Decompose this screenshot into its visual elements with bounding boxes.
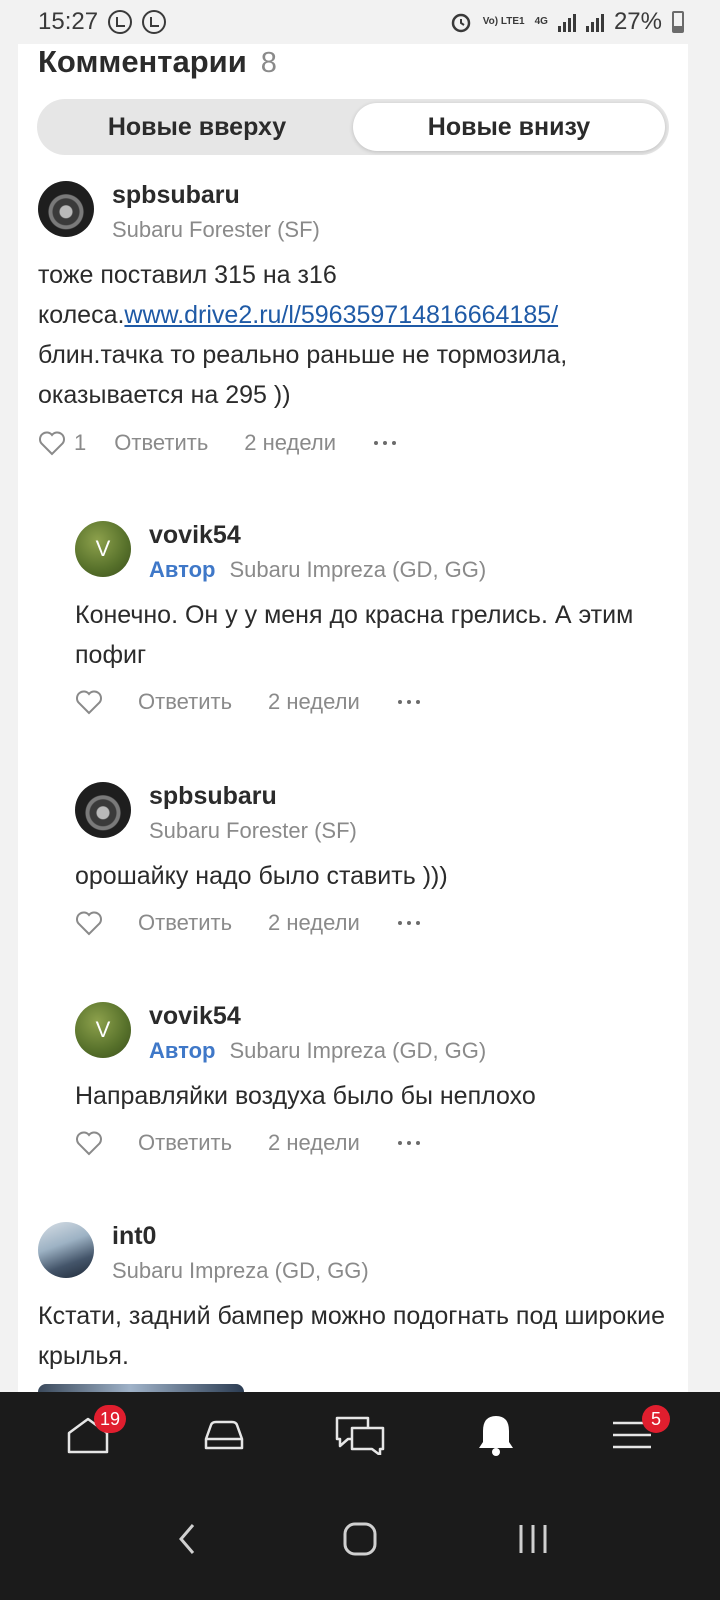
home-badge: 19	[93, 1405, 126, 1433]
comment-text: тоже поставил 315 на з16 колеса.www.driv…	[38, 255, 668, 415]
reply-button[interactable]: Ответить	[114, 430, 208, 456]
comment-actions: Ответить 2 недели	[75, 687, 420, 717]
comment-reply: spbsubaru Subaru Forester (SF) орошайку …	[75, 782, 675, 942]
comment-username[interactable]: vovik54	[149, 1002, 241, 1031]
comment-actions: Ответить 2 недели	[75, 908, 420, 938]
whatsapp-icon	[142, 10, 167, 34]
car-name[interactable]: Subaru Impreza (GD, GG)	[112, 1258, 369, 1283]
system-nav	[0, 1478, 720, 1600]
avatar[interactable]	[38, 1222, 94, 1278]
avatar[interactable]	[38, 181, 94, 237]
reply-button[interactable]: Ответить	[138, 910, 232, 936]
comment-text: Направляйки воздуха было бы неплохо	[75, 1082, 536, 1110]
heart-icon[interactable]	[38, 430, 66, 456]
signal-icon-2	[585, 12, 604, 32]
heart-icon[interactable]	[75, 910, 103, 936]
viber-icon	[108, 10, 133, 34]
status-time: 15:27	[38, 8, 99, 35]
comment-username[interactable]: spbsubaru	[149, 782, 277, 811]
comment-reply: V vovik54 Автор Subaru Impreza (GD, GG) К…	[75, 521, 675, 721]
bell-icon	[479, 1416, 513, 1456]
recents-button[interactable]	[503, 1509, 563, 1569]
comment-time: 2 недели	[268, 910, 360, 935]
comment-meta: Автор Subaru Impreza (GD, GG)	[149, 1038, 486, 1064]
more-icon[interactable]	[397, 921, 420, 925]
sort-newest-bottom[interactable]: Новые внизу	[353, 103, 665, 151]
more-icon[interactable]	[374, 441, 397, 445]
status-bar: 15:27 Vo) LTE1 4G 27%	[0, 0, 720, 44]
car-name[interactable]: Subaru Impreza (GD, GG)	[229, 1038, 486, 1063]
comment-meta: Автор Subaru Impreza (GD, GG)	[149, 557, 486, 583]
car-name[interactable]: Subaru Forester (SF)	[149, 818, 357, 843]
back-icon	[178, 1524, 194, 1554]
comment-time: 2 недели	[268, 689, 360, 714]
more-icon[interactable]	[397, 1141, 420, 1145]
avatar[interactable]: V	[75, 1002, 131, 1058]
home-circle-icon	[343, 1522, 377, 1556]
nav-messages[interactable]	[330, 1405, 390, 1465]
comment-text: Кстати, задний бампер можно подогнать по…	[38, 1302, 665, 1370]
comment-link[interactable]: www.drive2.ru/l/596359714816664185/	[124, 301, 558, 329]
comment-car: Subaru Forester (SF)	[112, 217, 320, 243]
sort-newest-top[interactable]: Новые вверху	[41, 103, 353, 151]
car-icon	[204, 1420, 244, 1450]
avatar[interactable]	[75, 782, 131, 838]
comment-text-part: блин.тачка то реально раньше не тормозил…	[38, 341, 568, 409]
comments-title: Комментарии	[38, 44, 247, 79]
signal-icon	[557, 12, 576, 32]
nav-menu[interactable]: 5	[602, 1405, 670, 1465]
back-button[interactable]	[157, 1509, 217, 1569]
comment-car: Subaru Forester (SF)	[149, 818, 357, 844]
car-name[interactable]: Subaru Impreza (GD, GG)	[229, 557, 486, 582]
battery-percent: 27%	[613, 8, 662, 35]
menu-badge: 5	[642, 1405, 670, 1433]
nav-notifications[interactable]	[466, 1405, 526, 1465]
car-name[interactable]: Subaru Forester (SF)	[112, 217, 320, 242]
recents-icon	[519, 1525, 547, 1553]
status-left: 15:27	[38, 8, 167, 36]
comment-username[interactable]: vovik54	[149, 521, 241, 550]
comment-reply: V vovik54 Автор Subaru Impreza (GD, GG) Н…	[75, 1002, 675, 1162]
heart-icon[interactable]	[75, 1130, 103, 1156]
nav-garage[interactable]	[194, 1405, 254, 1465]
author-badge: Автор	[149, 557, 216, 582]
alarm-icon	[451, 13, 470, 33]
comment-actions: Ответить 2 недели	[75, 1128, 420, 1158]
comments-card: Комментарии 8 Новые вверху Новые внизу s…	[18, 44, 688, 1394]
comment-text: орошайку надо было ставить )))	[75, 862, 448, 890]
nav-home[interactable]: 19	[58, 1405, 126, 1465]
chat-icon	[335, 1416, 385, 1455]
like-count: 1	[74, 430, 87, 455]
avatar[interactable]: V	[75, 521, 131, 577]
sort-toggle: Новые вверху Новые внизу	[37, 99, 669, 155]
network-type: 4G	[534, 16, 548, 27]
status-right: Vo) LTE1 4G 27%	[449, 8, 684, 36]
avatar-letter: V	[95, 536, 111, 561]
more-icon[interactable]	[397, 700, 420, 704]
home-button[interactable]	[330, 1509, 390, 1569]
comments-count: 8	[260, 47, 277, 79]
avatar-letter: V	[95, 1017, 111, 1042]
heart-icon[interactable]	[75, 689, 103, 715]
battery-icon	[672, 11, 684, 33]
reply-button[interactable]: Ответить	[138, 689, 232, 715]
comment-time: 2 недели	[244, 430, 337, 455]
reply-button[interactable]: Ответить	[138, 1130, 232, 1156]
comment-actions: 1 Ответить 2 недели	[38, 428, 397, 458]
comment-time: 2 недели	[268, 1130, 360, 1155]
comment-car: Subaru Impreza (GD, GG)	[112, 1258, 369, 1284]
comment: spbsubaru Subaru Forester (SF) тоже пост…	[38, 181, 668, 461]
bottom-nav: 19 5	[0, 1392, 720, 1478]
comment-username[interactable]: int0	[112, 1222, 156, 1251]
volte-label: Vo) LTE1	[482, 16, 525, 27]
comments-header: Комментарии 8	[38, 44, 277, 84]
comment-text: Конечно. Он у у меня до красна грелись. …	[75, 601, 634, 669]
comment: int0 Subaru Impreza (GD, GG) Кстати, зад…	[38, 1222, 668, 1382]
comment-username[interactable]: spbsubaru	[112, 181, 240, 210]
author-badge: Автор	[149, 1038, 216, 1063]
